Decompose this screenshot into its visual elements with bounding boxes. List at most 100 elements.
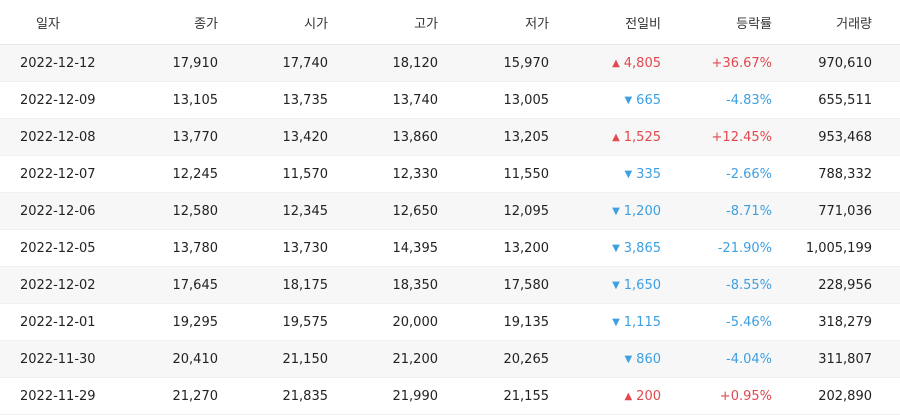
cell-high: 21,200 <box>392 351 439 367</box>
cell-low: 12,095 <box>503 203 550 219</box>
table-header: 일자 종가 시가 고가 저가 전일비 등락률 거래량 <box>0 0 900 45</box>
cell-date: 2022-12-08 <box>20 129 96 145</box>
change-value: 1,650 <box>623 277 661 293</box>
cell-open: 21,835 <box>282 388 329 404</box>
header-date: 일자 <box>36 16 60 32</box>
down-triangle-icon: ▼ <box>612 279 620 291</box>
up-triangle-icon: ▲ <box>612 131 620 143</box>
cell-change: ▼ 335 <box>551 167 663 182</box>
cell-high: 18,350 <box>392 277 439 293</box>
cell-change: ▲ 4,805 <box>551 56 663 71</box>
cell-close: 12,245 <box>172 166 219 182</box>
cell-rate: -8.55% <box>726 277 772 293</box>
table-row: 2022-11-29 21,270 21,835 21,990 21,155 ▲ 200 +0… <box>0 378 900 415</box>
cell-change: ▼ 1,650 <box>551 278 663 293</box>
cell-low: 17,580 <box>503 277 550 293</box>
table-row: 2022-11-30 20,410 21,150 21,200 20,265 ▼ 860 -4… <box>0 341 900 378</box>
cell-open: 12,345 <box>282 203 329 219</box>
cell-high: 13,740 <box>392 92 439 108</box>
down-triangle-icon: ▼ <box>624 168 633 180</box>
header-high: 고가 <box>414 16 438 32</box>
cell-low: 11,550 <box>503 166 550 182</box>
cell-high: 20,000 <box>392 314 439 330</box>
cell-volume: 655,511 <box>818 92 872 108</box>
cell-close: 19,295 <box>172 314 219 330</box>
table-row: 2022-12-06 12,580 12,345 12,650 12,095 ▼ 1,200… <box>0 193 900 230</box>
cell-rate: +0.95% <box>719 388 772 404</box>
cell-open: 19,575 <box>282 314 329 330</box>
cell-low: 13,005 <box>503 92 550 108</box>
cell-high: 13,860 <box>392 129 439 145</box>
cell-change: ▼ 3,865 <box>551 241 663 256</box>
cell-high: 18,120 <box>392 55 439 71</box>
header-close: 종가 <box>194 16 218 32</box>
cell-open: 11,570 <box>282 166 329 182</box>
cell-volume: 788,332 <box>818 166 872 182</box>
cell-change: ▼ 1,200 <box>551 204 663 219</box>
cell-change: ▼ 665 <box>551 93 663 108</box>
header-rate: 등락률 <box>736 16 772 32</box>
cell-open: 13,730 <box>282 240 329 256</box>
change-value: 200 <box>636 388 661 404</box>
cell-rate: -4.83% <box>726 92 772 108</box>
cell-date: 2022-12-02 <box>20 277 96 293</box>
change-value: 860 <box>636 351 661 367</box>
cell-date: 2022-12-07 <box>20 166 96 182</box>
table-row: 2022-12-09 13,105 13,735 13,740 13,005 ▼ 665 -4… <box>0 82 900 119</box>
cell-open: 21,150 <box>282 351 329 367</box>
table-row: 2022-12-02 17,645 18,175 18,350 17,580 ▼ 1,650… <box>0 267 900 304</box>
change-value: 3,865 <box>623 240 661 256</box>
table-row: 2022-12-05 13,780 13,730 14,395 13,200 ▼ 3,865… <box>0 230 900 267</box>
up-triangle-icon: ▲ <box>612 57 620 69</box>
up-triangle-icon: ▲ <box>624 390 633 402</box>
cell-high: 12,650 <box>392 203 439 219</box>
cell-volume: 202,890 <box>818 388 872 404</box>
cell-high: 21,990 <box>392 388 439 404</box>
cell-volume: 311,807 <box>818 351 872 367</box>
cell-open: 13,420 <box>282 129 329 145</box>
cell-high: 12,330 <box>392 166 439 182</box>
cell-rate: +12.45% <box>711 129 772 145</box>
table-row: 2022-12-12 17,910 17,740 18,120 15,970 ▲ 4,805… <box>0 45 900 82</box>
down-triangle-icon: ▼ <box>624 94 633 106</box>
cell-low: 15,970 <box>503 55 550 71</box>
cell-close: 13,105 <box>172 92 219 108</box>
cell-change: ▲ 1,525 <box>551 130 663 145</box>
cell-date: 2022-11-29 <box>20 388 96 404</box>
change-value: 665 <box>636 92 661 108</box>
down-triangle-icon: ▼ <box>612 205 620 217</box>
cell-date: 2022-12-09 <box>20 92 96 108</box>
change-value: 1,525 <box>623 129 661 145</box>
header-volume: 거래량 <box>836 16 872 32</box>
price-history-table: 일자 종가 시가 고가 저가 전일비 등락률 거래량 2022-12-12 17,… <box>0 0 900 415</box>
cell-rate: -4.04% <box>726 351 772 367</box>
header-open: 시가 <box>304 16 328 32</box>
cell-close: 13,780 <box>172 240 219 256</box>
header-change: 전일비 <box>625 16 661 32</box>
change-value: 4,805 <box>623 55 661 71</box>
change-value: 335 <box>636 166 661 182</box>
cell-volume: 771,036 <box>818 203 872 219</box>
cell-low: 19,135 <box>503 314 550 330</box>
cell-close: 13,770 <box>172 129 219 145</box>
cell-volume: 318,279 <box>818 314 872 330</box>
cell-change: ▲ 200 <box>551 389 663 404</box>
cell-rate: -21.90% <box>717 240 772 256</box>
cell-date: 2022-12-05 <box>20 240 96 256</box>
cell-volume: 228,956 <box>818 277 872 293</box>
cell-open: 18,175 <box>282 277 329 293</box>
cell-high: 14,395 <box>392 240 439 256</box>
cell-low: 20,265 <box>503 351 550 367</box>
cell-volume: 953,468 <box>818 129 872 145</box>
cell-close: 17,910 <box>172 55 219 71</box>
down-triangle-icon: ▼ <box>624 353 633 365</box>
down-triangle-icon: ▼ <box>612 242 620 254</box>
cell-rate: -2.66% <box>726 166 772 182</box>
cell-open: 13,735 <box>282 92 329 108</box>
table-row: 2022-12-01 19,295 19,575 20,000 19,135 ▼ 1,115… <box>0 304 900 341</box>
cell-change: ▼ 1,115 <box>551 315 663 330</box>
down-triangle-icon: ▼ <box>612 316 620 328</box>
cell-date: 2022-11-30 <box>20 351 96 367</box>
change-value: 1,115 <box>623 314 661 330</box>
table-row: 2022-12-07 12,245 11,570 12,330 11,550 ▼ 335 -2… <box>0 156 900 193</box>
